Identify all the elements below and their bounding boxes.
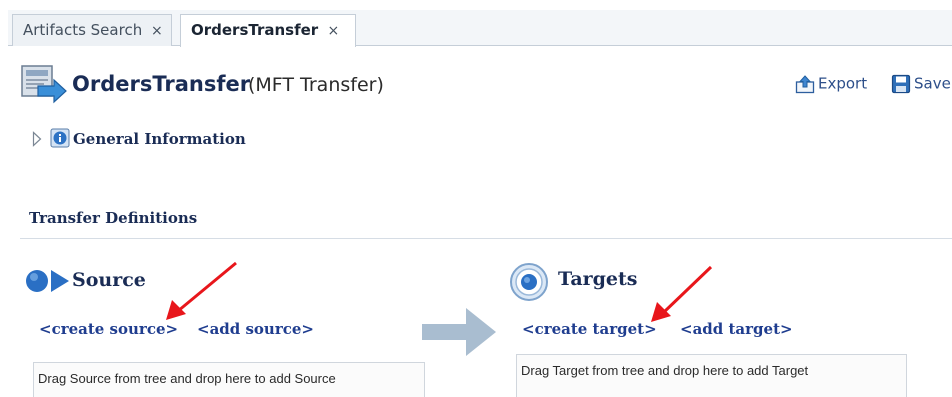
source-heading: Source [72, 269, 146, 291]
target-drop-zone[interactable]: Drag Target from tree and drop here to a… [516, 354, 907, 397]
save-icon [891, 74, 911, 94]
close-icon[interactable]: × [327, 23, 339, 39]
section-divider [20, 238, 952, 239]
annotation-arrow-icon [166, 261, 237, 320]
transfer-document-icon [21, 65, 67, 104]
expand-triangle-icon[interactable] [32, 131, 42, 147]
tab-label: Artifacts Search [23, 21, 143, 39]
export-label: Export [818, 74, 868, 93]
save-label: Save [914, 74, 951, 93]
export-button[interactable]: Export [795, 74, 867, 94]
target-icon [510, 263, 548, 301]
create-target-link[interactable]: <create target> [522, 320, 657, 338]
annotation-arrow-icon [651, 265, 713, 322]
transfer-definitions-heading: Transfer Definitions [29, 209, 198, 227]
tab-bar: Artifacts Search × OrdersTransfer × [0, 0, 952, 47]
export-icon [795, 75, 815, 94]
close-icon[interactable]: × [151, 23, 163, 39]
tab-orders-transfer[interactable]: OrdersTransfer × [180, 14, 356, 47]
save-button[interactable]: Save [891, 74, 951, 94]
general-information-header[interactable]: General Information [73, 130, 246, 148]
page-subtitle: (MFT Transfer) [248, 74, 384, 96]
tab-artifacts-search[interactable]: Artifacts Search × [12, 14, 172, 46]
tab-label: OrdersTransfer [191, 21, 319, 39]
tab-strip: Artifacts Search × OrdersTransfer × [8, 10, 952, 47]
flow-arrow-icon [422, 308, 496, 356]
targets-heading: Targets [558, 268, 638, 290]
info-icon [50, 128, 70, 148]
page-title: OrdersTransfer [72, 72, 251, 96]
source-drop-zone[interactable]: Drag Source from tree and drop here to a… [33, 362, 425, 397]
source-icon [26, 270, 69, 292]
